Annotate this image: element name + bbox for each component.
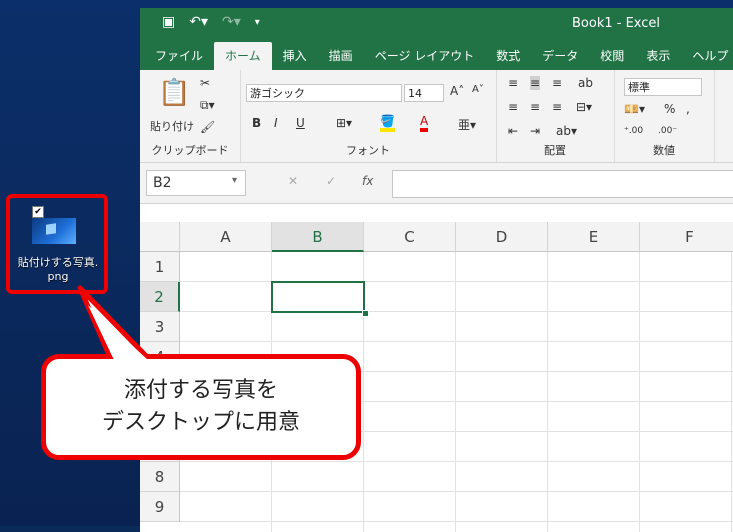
callout-line2: デスクトップに用意 — [101, 410, 300, 435]
formula-bar: B2 ▾ ✕ ✓ fx — [140, 163, 733, 204]
number-format-box[interactable]: 標準 — [624, 78, 702, 96]
decrease-indent-icon[interactable]: ⇤ — [508, 124, 518, 138]
font-color-icon[interactable]: A — [420, 114, 429, 132]
image-thumbnail-icon — [32, 218, 76, 244]
bold-button[interactable]: B — [252, 116, 261, 130]
row-header-9[interactable]: 9 — [140, 492, 180, 522]
redo-icon[interactable]: ↷▾ — [222, 14, 241, 30]
tab-file[interactable]: ファイル — [144, 42, 214, 70]
callout-box: 添付する写真を デスクトップに用意 — [41, 354, 361, 460]
align-bottom-icon[interactable]: ≡ — [552, 76, 562, 90]
clipboard-group-label: クリップボード — [151, 144, 229, 157]
name-box-dropdown-icon[interactable]: ▾ — [232, 175, 237, 186]
checkbox-icon[interactable]: ✔ — [32, 206, 44, 218]
orientation-icon[interactable]: ab▾ — [556, 124, 577, 138]
column-header-c[interactable]: C — [364, 222, 456, 252]
save-icon[interactable]: ▣ — [162, 14, 175, 30]
phonetic-icon[interactable]: 亜▾ — [458, 116, 476, 133]
selected-cell-b2[interactable] — [271, 281, 365, 313]
font-name-box[interactable]: 游ゴシック — [246, 84, 402, 102]
decrease-decimal-icon[interactable]: .00⁻ — [658, 126, 677, 136]
alignment-group-label: 配置 — [544, 144, 566, 157]
increase-indent-icon[interactable]: ⇥ — [530, 124, 540, 138]
font-size-box[interactable]: 14 — [404, 84, 444, 102]
formula-input[interactable] — [392, 170, 733, 198]
percent-icon[interactable]: % — [664, 102, 675, 116]
tab-view[interactable]: 表示 — [635, 42, 681, 70]
paste-icon[interactable]: 📋 — [158, 78, 190, 108]
window-title: Book1 - Excel — [572, 16, 661, 31]
file-name-line2: png — [47, 270, 69, 283]
align-top-icon[interactable]: ≡ — [508, 76, 518, 90]
format-painter-icon[interactable]: 🖌 — [200, 120, 215, 134]
number-group: 標準 💴▾ % , ⁺.00 .00⁻ 数値 — [614, 70, 715, 162]
tab-data[interactable]: データ — [531, 42, 589, 70]
row-header-2[interactable]: 2 — [140, 282, 180, 312]
column-header-f[interactable]: F — [640, 222, 733, 252]
column-header-b[interactable]: B — [272, 222, 364, 252]
merge-cells-icon[interactable]: ⊟▾ — [576, 100, 592, 114]
file-name-line1: 貼付けする写真. — [17, 256, 99, 269]
clipboard-group: 📋 貼り付け ✂ ⧉▾ 🖌 クリップボード — [140, 70, 241, 162]
column-header-a[interactable]: A — [180, 222, 272, 252]
wrap-text-icon[interactable]: ab — [578, 76, 593, 90]
paste-button-label[interactable]: 貼り付け — [150, 118, 194, 134]
align-center-icon[interactable]: ≡ — [530, 100, 540, 114]
fill-color-icon[interactable]: 🪣 — [380, 114, 395, 132]
cancel-icon[interactable]: ✕ — [288, 174, 298, 188]
column-header-e[interactable]: E — [548, 222, 640, 252]
select-all-corner[interactable] — [140, 222, 180, 252]
borders-icon[interactable]: ⊞▾ — [336, 116, 352, 130]
row-header-1[interactable]: 1 — [140, 252, 180, 282]
desktop-file-icon[interactable]: ✔ 貼付けする写真. png — [6, 194, 108, 294]
font-group-label: フォント — [346, 144, 390, 157]
font-group: 游ゴシック 14 A˄ A˅ B I U ⊞▾ 🪣 A 亜▾ フォント — [240, 70, 497, 162]
customize-qat-icon[interactable]: ▾ — [255, 17, 260, 28]
callout-line1: 添付する写真を — [123, 378, 278, 403]
comma-style-icon[interactable]: , — [686, 102, 690, 116]
quick-access-toolbar: ▣ ↶▾ ↷▾ ▾ — [162, 14, 260, 30]
tab-review[interactable]: 校閲 — [589, 42, 635, 70]
align-middle-icon[interactable]: ≡ — [530, 76, 541, 90]
italic-button[interactable]: I — [274, 116, 278, 130]
copy-icon[interactable]: ⧉▾ — [200, 98, 215, 113]
name-box[interactable]: B2 — [146, 170, 246, 196]
fill-handle[interactable] — [362, 310, 369, 317]
currency-icon[interactable]: 💴▾ — [624, 102, 645, 116]
tab-help[interactable]: ヘルプ — [681, 42, 733, 70]
number-group-label: 数値 — [653, 144, 675, 157]
cut-icon[interactable]: ✂ — [200, 76, 210, 90]
desktop-file-label: 貼付けする写真. png — [12, 256, 104, 284]
ribbon: 📋 貼り付け ✂ ⧉▾ 🖌 クリップボード 游ゴシック 14 A˄ A˅ B I… — [140, 70, 733, 163]
row-header-3[interactable]: 3 — [140, 312, 180, 342]
increase-decimal-icon[interactable]: ⁺.00 — [624, 126, 643, 136]
alignment-group: ≡ ≡ ≡ ab ≡ ≡ ≡ ⊟▾ ⇤ ⇥ ab▾ 配置 — [496, 70, 615, 162]
increase-font-icon[interactable]: A˄ — [450, 84, 464, 98]
title-bar: ▣ ↶▾ ↷▾ ▾ Book1 - Excel — [140, 8, 733, 38]
callout-text: 添付する写真を デスクトップに用意 — [46, 375, 356, 439]
tab-draw[interactable]: 描画 — [318, 42, 364, 70]
tab-page-layout[interactable]: ページ レイアウト — [364, 42, 486, 70]
decrease-font-icon[interactable]: A˅ — [472, 84, 484, 95]
column-header-d[interactable]: D — [456, 222, 548, 252]
ribbon-tabs: ファイル ホーム 挿入 描画 ページ レイアウト 数式 データ 校閲 表示 ヘル… — [140, 38, 733, 70]
align-right-icon[interactable]: ≡ — [552, 100, 562, 114]
insert-function-icon[interactable]: fx — [362, 174, 373, 188]
align-left-icon[interactable]: ≡ — [508, 100, 518, 114]
row-header-8[interactable]: 8 — [140, 462, 180, 492]
tab-formulas[interactable]: 数式 — [485, 42, 531, 70]
enter-icon[interactable]: ✓ — [326, 174, 336, 188]
undo-icon[interactable]: ↶▾ — [189, 14, 208, 30]
tab-insert[interactable]: 挿入 — [272, 42, 318, 70]
tab-home[interactable]: ホーム — [214, 42, 272, 70]
underline-button[interactable]: U — [296, 116, 305, 130]
